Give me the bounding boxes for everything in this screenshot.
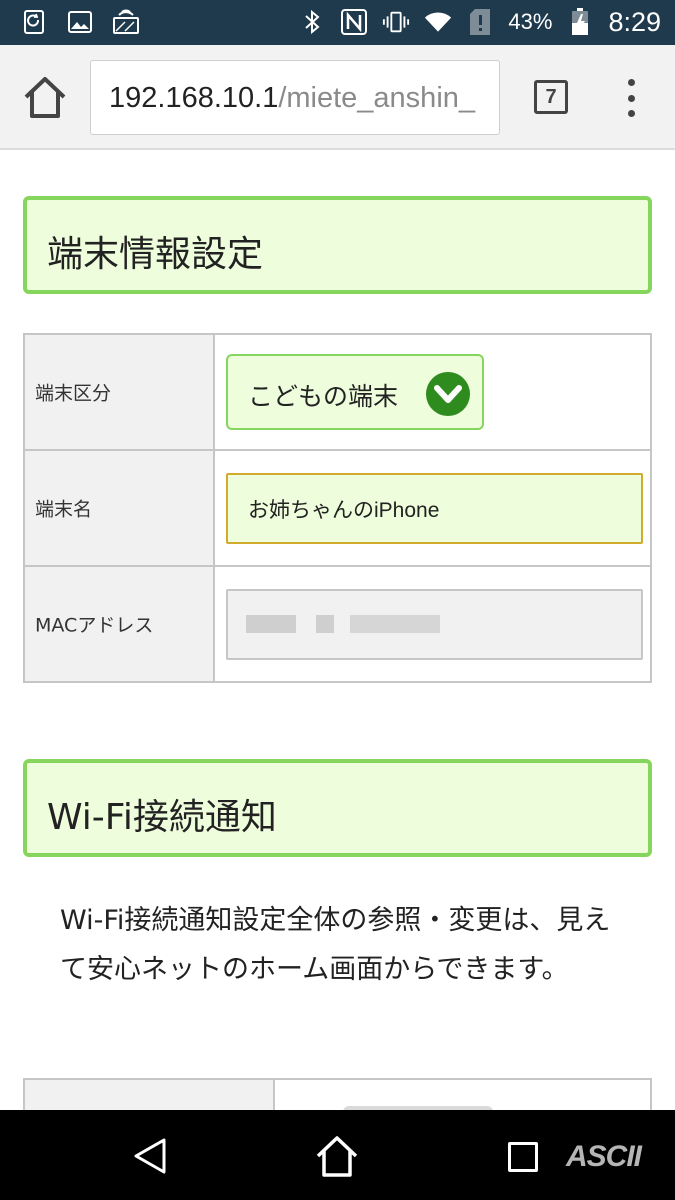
wifi-description: Wi-Fi接続通知設定全体の参照・変更は、見えて安心ネットのホーム画面からできま…: [60, 905, 611, 985]
recent-apps-icon[interactable]: [508, 1142, 538, 1172]
no-sim-icon: [466, 8, 494, 36]
battery-icon: [566, 8, 594, 36]
overflow-menu-icon[interactable]: [620, 79, 642, 117]
device-type-label: 端末区分: [35, 382, 112, 405]
tab-switcher-button[interactable]: 7: [534, 80, 568, 114]
wifi-icon: [424, 8, 452, 36]
section-title: Wi-Fi接続通知: [47, 797, 277, 838]
vibrate-icon: [382, 8, 410, 36]
home-nav-icon[interactable]: [314, 1134, 360, 1178]
mac-address-label: MACアドレス: [35, 614, 154, 637]
section-title: 端末情報設定: [47, 234, 264, 275]
device-type-select[interactable]: こどもの端末: [226, 354, 484, 430]
device-info-table: 端末区分 こどもの端末 端末名 MACアドレス: [23, 333, 652, 683]
table-row: MACアドレス: [25, 567, 650, 681]
clock: 8:29: [608, 6, 661, 37]
home-icon[interactable]: [22, 75, 68, 119]
status-bar: 43% 8:29: [0, 0, 675, 45]
sync-icon: [20, 8, 48, 36]
wifi-notification-header: Wi-Fi接続通知: [23, 759, 652, 857]
device-type-value: こどもの端末: [248, 382, 399, 411]
url-host: 192.168.10.1: [109, 82, 279, 114]
back-icon[interactable]: [130, 1136, 170, 1176]
cast-icon: [112, 8, 140, 36]
url-path: /miete_anshin_: [278, 82, 476, 114]
device-name-label: 端末名: [35, 498, 93, 521]
browser-toolbar: 192.168.10.1/miete_anshin_ 7: [0, 45, 675, 150]
table-row: 端末区分 こどもの端末: [25, 335, 650, 451]
navigation-bar: ASCII: [0, 1110, 675, 1200]
chevron-down-icon: [426, 372, 470, 416]
bluetooth-icon: [298, 8, 326, 36]
image-icon: [66, 8, 94, 36]
table-row: 端末名: [25, 451, 650, 567]
ascii-watermark: ASCII: [566, 1140, 642, 1173]
mac-address-field: [226, 589, 643, 660]
device-name-input[interactable]: [226, 473, 643, 544]
address-bar[interactable]: 192.168.10.1/miete_anshin_: [90, 60, 500, 135]
battery-percent: 43%: [508, 9, 553, 34]
nfc-icon: [340, 8, 368, 36]
device-info-header: 端末情報設定: [23, 196, 652, 294]
